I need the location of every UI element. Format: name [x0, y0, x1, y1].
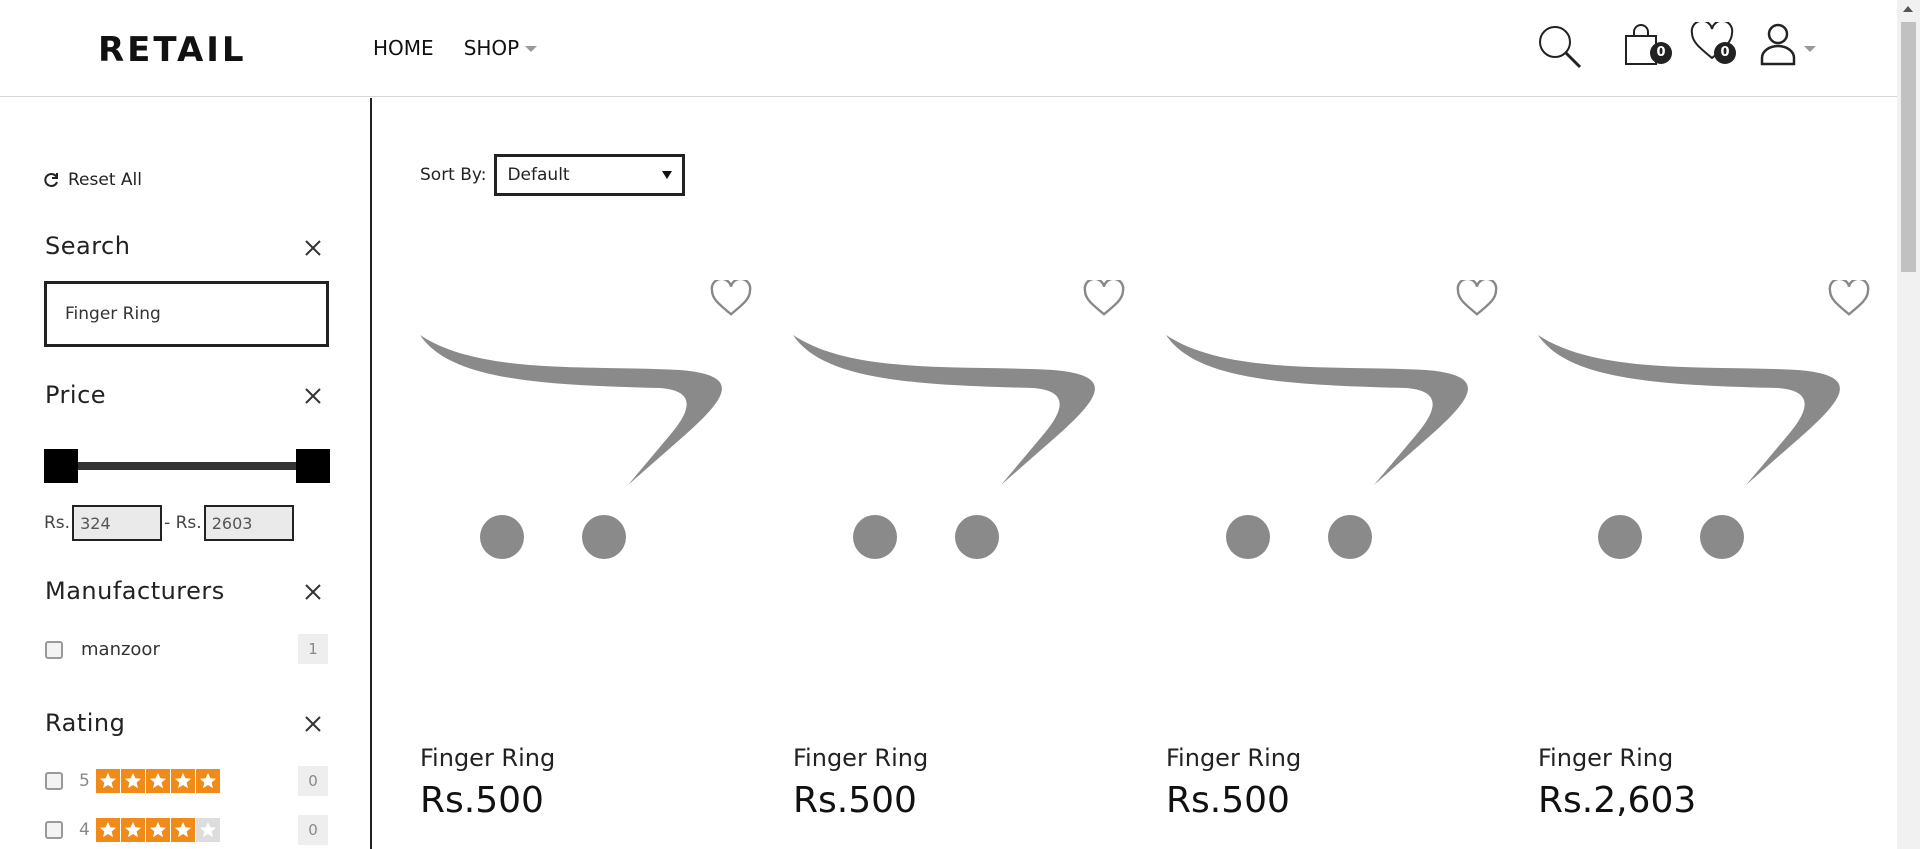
sort-control: Sort By: Default: [420, 154, 686, 196]
product-placeholder-image[interactable]: [1166, 330, 1486, 570]
product-name[interactable]: Finger Ring: [420, 744, 555, 772]
scrollbar-thumb[interactable]: [1901, 22, 1916, 272]
rating-checkbox[interactable]: [45, 821, 63, 839]
nav-home-label: HOME: [373, 36, 434, 60]
price-filter-title: Price: [45, 381, 107, 409]
price-filter-close-icon[interactable]: [302, 385, 324, 407]
nav-shop[interactable]: SHOP: [464, 36, 538, 60]
price-min-input[interactable]: [72, 505, 163, 541]
star-icon: [170, 818, 195, 842]
wishlist-count-badge: 0: [1714, 42, 1736, 64]
rating-stars: [95, 769, 220, 793]
rating-filter-close-icon[interactable]: [302, 713, 324, 735]
manufacturer-label: manzoor: [81, 639, 160, 660]
reset-all-label: Reset All: [68, 170, 142, 190]
cart-count-badge: 0: [1650, 42, 1672, 64]
star-icon: [145, 769, 170, 793]
main-nav: HOME SHOP: [373, 36, 538, 60]
scroll-up-arrow-icon[interactable]: [1903, 6, 1913, 12]
star-icon: [195, 769, 220, 793]
product-placeholder-image[interactable]: [1538, 330, 1858, 570]
manufacturers-filter-close-icon[interactable]: [302, 581, 324, 603]
shopping-bag-icon[interactable]: 0: [1622, 22, 1672, 72]
star-icon: [145, 818, 170, 842]
rating-option-5[interactable]: 5: [45, 769, 220, 793]
price-slider-max-handle[interactable]: [296, 449, 330, 483]
chevron-down-icon: [525, 46, 538, 52]
product-name[interactable]: Finger Ring: [1166, 744, 1301, 772]
rating-value-label: 5: [79, 771, 90, 791]
search-icon[interactable]: [1535, 22, 1585, 72]
price-slider-min-handle[interactable]: [44, 449, 78, 483]
user-account-icon[interactable]: [1760, 22, 1820, 72]
product-price: Rs.500: [420, 780, 544, 821]
product-card[interactable]: Finger Ring Rs.500: [793, 277, 1125, 840]
price-slider-track[interactable]: [70, 462, 300, 470]
refresh-icon: [44, 173, 58, 187]
manufacturer-count: 1: [298, 634, 328, 664]
manufacturer-option[interactable]: manzoor: [45, 639, 160, 660]
wishlist-heart-icon[interactable]: [1456, 277, 1500, 320]
rating-filter-title: Rating: [45, 709, 126, 737]
chevron-down-icon: [1804, 46, 1816, 52]
product-price: Rs.500: [1166, 780, 1290, 821]
search-filter-title: Search: [45, 232, 131, 260]
price-separator: - Rs.: [164, 513, 202, 533]
dropdown-arrow-icon: [662, 171, 673, 179]
star-icon: [95, 769, 120, 793]
price-max-input[interactable]: [203, 505, 294, 541]
product-price: Rs.2,603: [1538, 780, 1697, 821]
star-icon: [120, 818, 145, 842]
product-card[interactable]: Finger Ring Rs.500: [420, 277, 752, 840]
rating-count: 0: [298, 815, 328, 845]
page-scrollbar[interactable]: [1897, 0, 1920, 849]
site-header: RETAIL HOME SHOP 0 0: [0, 0, 1897, 97]
rating-value-label: 4: [79, 820, 90, 840]
rating-stars: [95, 818, 220, 842]
sort-label: Sort By:: [420, 165, 487, 185]
price-range-inputs: Rs. - Rs.: [44, 505, 296, 541]
nav-shop-label: SHOP: [463, 36, 520, 60]
nav-home[interactable]: HOME: [373, 36, 434, 60]
wishlist-heart-icon[interactable]: [710, 277, 754, 320]
manufacturers-filter-title: Manufacturers: [45, 577, 225, 605]
star-icon: [95, 818, 120, 842]
rating-count: 0: [298, 766, 328, 796]
site-logo[interactable]: RETAIL: [98, 30, 247, 70]
rating-option-4[interactable]: 4: [45, 818, 220, 842]
wishlist-heart-icon[interactable]: 0: [1690, 19, 1740, 72]
search-filter-input[interactable]: [44, 281, 329, 347]
reset-all-button[interactable]: Reset All: [44, 170, 142, 190]
price-currency-label: Rs.: [44, 513, 71, 533]
sort-select[interactable]: Default: [494, 154, 686, 196]
search-filter-close-icon[interactable]: [302, 237, 324, 259]
star-empty-icon: [195, 818, 220, 842]
manufacturer-checkbox[interactable]: [45, 640, 63, 659]
product-card[interactable]: Finger Ring Rs.500: [1166, 277, 1498, 840]
wishlist-heart-icon[interactable]: [1083, 277, 1127, 320]
rating-checkbox[interactable]: [45, 772, 63, 790]
product-price: Rs.500: [793, 780, 917, 821]
star-icon: [170, 769, 195, 793]
product-placeholder-image[interactable]: [793, 330, 1113, 570]
product-card[interactable]: Finger Ring Rs.2,603: [1538, 277, 1870, 840]
sort-selected-value: Default: [507, 165, 570, 185]
product-name[interactable]: Finger Ring: [793, 744, 928, 772]
wishlist-heart-icon[interactable]: [1828, 277, 1872, 320]
star-icon: [120, 769, 145, 793]
product-placeholder-image[interactable]: [420, 330, 740, 570]
product-name[interactable]: Finger Ring: [1538, 744, 1673, 772]
